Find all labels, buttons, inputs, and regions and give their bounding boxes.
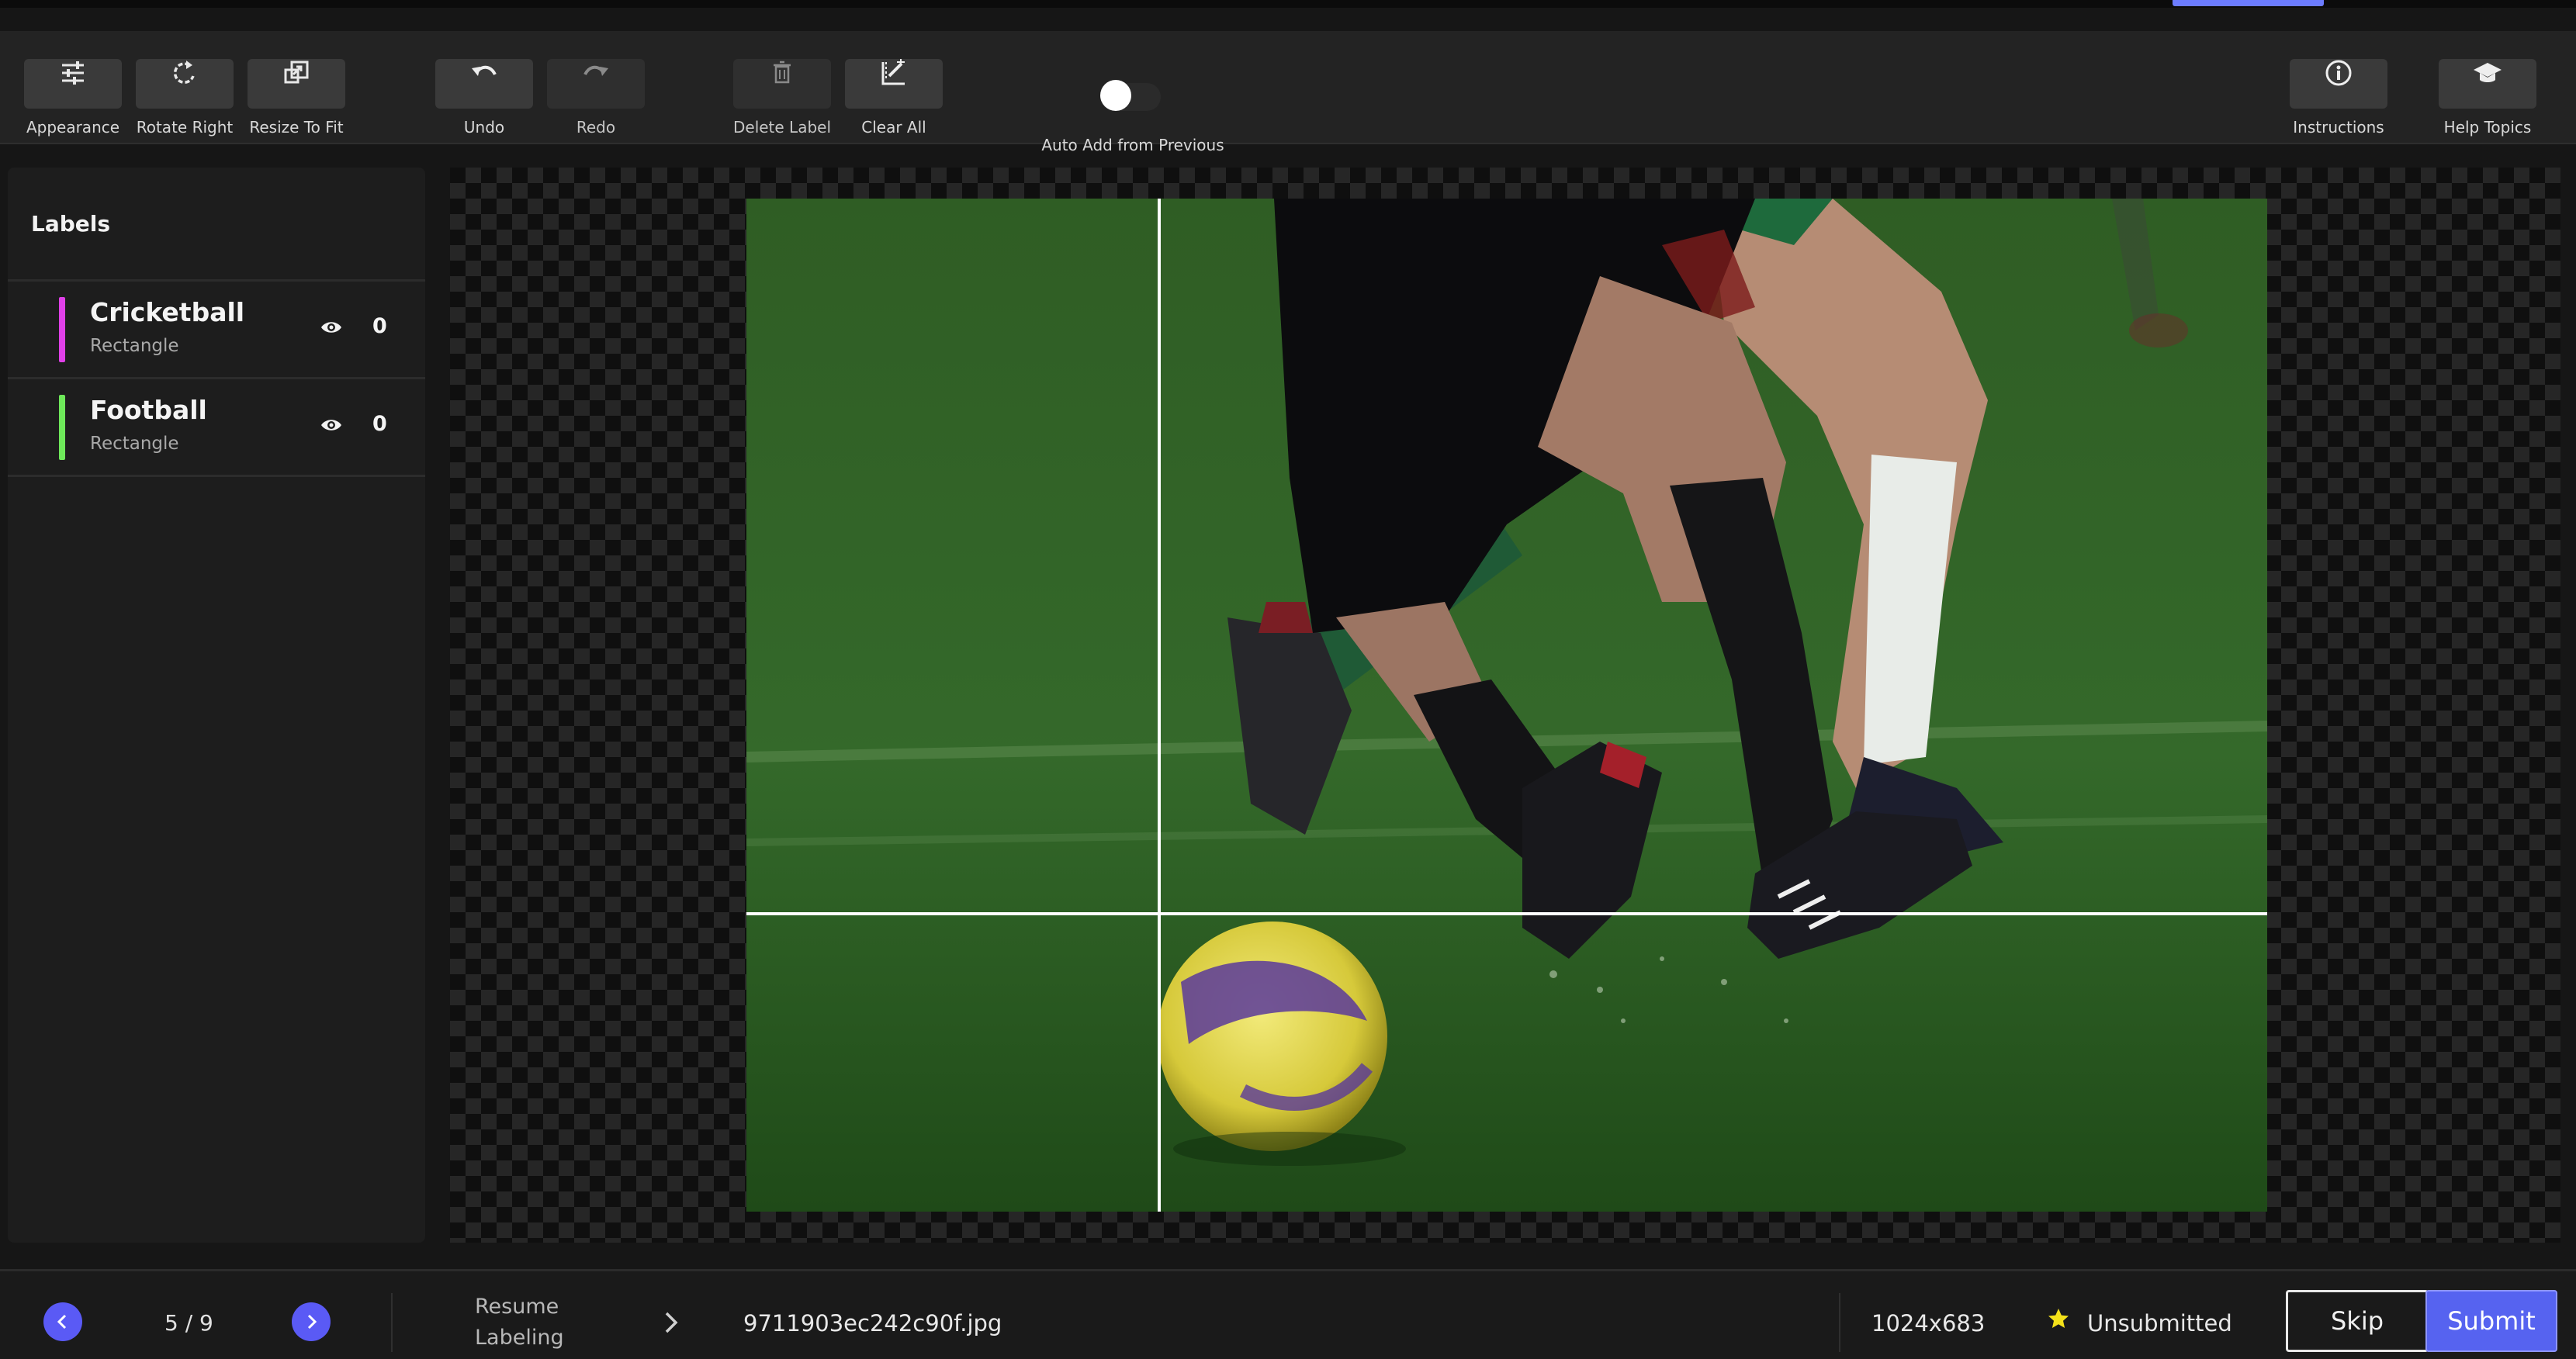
label-name: Cricketball — [90, 297, 245, 327]
prev-image-button[interactable] — [43, 1302, 82, 1341]
annotation-canvas[interactable] — [450, 168, 2560, 1243]
divider — [1839, 1293, 1840, 1352]
active-tab-indicator — [2173, 0, 2324, 6]
toolbar: Appearance Rotate Right Resize To Fit Un… — [0, 31, 2576, 154]
resume-labeling-link[interactable]: Resume Labeling — [475, 1292, 615, 1354]
label-type: Rectangle — [90, 434, 179, 454]
auto-add-label: Auto Add from Previous — [1041, 136, 1224, 154]
help-topics-button[interactable] — [2439, 59, 2536, 109]
label-count: 0 — [372, 412, 387, 436]
clear-all-tool[interactable]: Clear All — [824, 48, 964, 141]
footer-bar: 5 / 9 Resume Labeling 9711903ec242c90f.j… — [0, 1269, 2576, 1359]
auto-add-toggle[interactable] — [1100, 80, 1161, 111]
clear-all-icon — [881, 59, 905, 85]
divider — [391, 1293, 393, 1352]
instructions-label: Instructions — [2293, 118, 2384, 137]
help-topics-tool[interactable]: Help Topics — [2418, 48, 2557, 141]
soccer-photo — [746, 199, 2267, 1212]
eye-icon[interactable] — [320, 317, 343, 337]
label-color-swatch — [59, 297, 65, 362]
help-topics-label: Help Topics — [2443, 118, 2532, 137]
resize-to-fit-button[interactable] — [248, 59, 345, 109]
label-color-swatch — [59, 395, 65, 460]
resize-to-fit-label: Resize To Fit — [249, 118, 344, 137]
chevron-right-icon — [307, 1314, 317, 1330]
rotate-right-button[interactable] — [136, 59, 234, 109]
resize-icon — [284, 61, 309, 84]
auto-add-control[interactable]: Auto Add from Previous — [1009, 48, 1257, 154]
labels-title: Labels — [31, 211, 111, 237]
instructions-button[interactable] — [2290, 59, 2387, 109]
submit-button[interactable]: Submit — [2425, 1290, 2557, 1352]
label-item-cricketball[interactable]: Cricketball Rectangle 0 — [8, 282, 425, 379]
label-item-football[interactable]: Football Rectangle 0 — [8, 379, 425, 477]
next-image-button[interactable] — [292, 1302, 331, 1341]
clear-all-button[interactable] — [845, 59, 943, 109]
graduation-cap-icon — [2474, 63, 2502, 82]
instructions-tool[interactable]: Instructions — [2269, 48, 2408, 141]
rotate-right-icon — [173, 61, 195, 84]
redo-button[interactable] — [547, 59, 645, 109]
info-icon — [2325, 60, 2352, 86]
submission-status: Unsubmitted — [2087, 1310, 2232, 1337]
trash-icon — [774, 61, 791, 84]
top-strip — [0, 0, 2576, 8]
clear-all-label: Clear All — [861, 118, 926, 137]
redo-label: Redo — [576, 118, 616, 137]
label-count: 0 — [372, 314, 387, 338]
labeling-app: Appearance Rotate Right Resize To Fit Un… — [0, 0, 2576, 1359]
image-counter: 5 / 9 — [164, 1310, 213, 1336]
redo-tool[interactable]: Redo — [526, 48, 666, 141]
undo-button[interactable] — [435, 59, 533, 109]
redo-icon — [583, 65, 608, 76]
appearance-button[interactable] — [24, 59, 122, 109]
label-name: Football — [90, 395, 207, 425]
chevron-left-icon — [57, 1314, 67, 1330]
chevron-right-icon[interactable] — [661, 1310, 681, 1335]
resize-to-fit-tool[interactable]: Resize To Fit — [227, 48, 366, 141]
toggle-knob — [1100, 80, 1131, 111]
image-to-label[interactable] — [746, 199, 2267, 1212]
image-dimensions: 1024x683 — [1871, 1310, 1986, 1337]
labels-sidebar: Labels Cricketball Rectangle 0 Football … — [8, 168, 425, 1243]
label-type: Rectangle — [90, 336, 179, 356]
sliders-icon — [62, 61, 84, 85]
delete-label-button[interactable] — [733, 59, 831, 109]
undo-icon — [472, 65, 497, 76]
file-name: 9711903ec242c90f.jpg — [743, 1310, 1002, 1337]
eye-icon[interactable] — [320, 415, 343, 435]
star-icon — [2048, 1309, 2069, 1328]
skip-button[interactable]: Skip — [2286, 1290, 2429, 1352]
